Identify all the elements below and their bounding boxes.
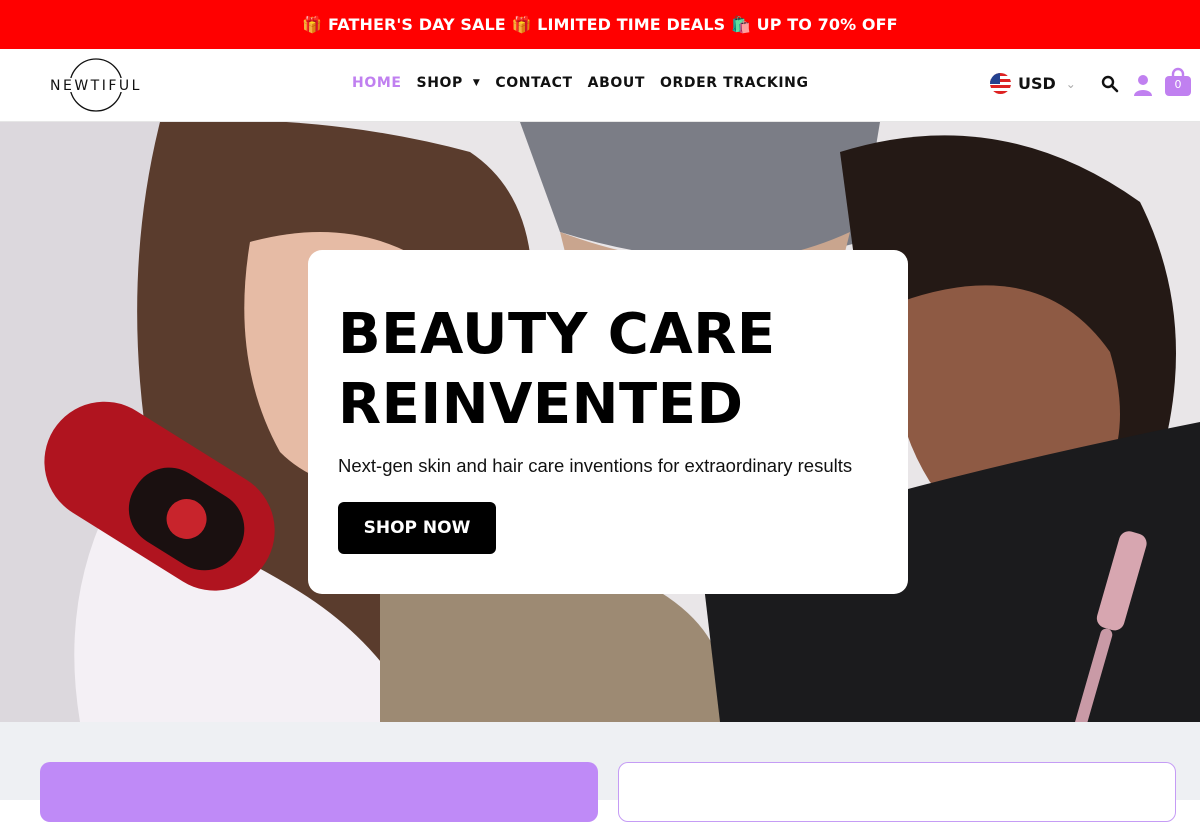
search-icon [1101,75,1119,93]
cart-button[interactable]: 0 [1164,67,1192,97]
featured-section [0,722,1200,822]
nav-shop[interactable]: SHOP ▼ [417,75,481,91]
promo-bar: 🎁 FATHER'S DAY SALE 🎁 LIMITED TIME DEALS… [0,0,1200,49]
feature-tile-right[interactable] [618,762,1176,822]
nav-home[interactable]: HOME [352,75,402,91]
brand-logo[interactable]: NEWTIFUL [26,56,166,114]
logo-wordmark: NEWTIFUL [50,78,142,94]
chevron-down-icon: ⌄ [1065,76,1076,91]
currency-code: USD [1018,74,1056,93]
nav-about[interactable]: ABOUT [588,75,645,91]
nav-contact[interactable]: CONTACT [495,75,572,91]
currency-selector[interactable]: USD ⌄ [990,73,1076,94]
account-button[interactable] [1133,74,1153,96]
chevron-down-icon: ▼ [472,78,481,88]
hero-title: BEAUTY CARE REINVENTED [338,302,776,437]
site-header: NEWTIFUL HOME SHOP ▼ CONTACT ABOUT ORDER… [0,49,1200,122]
user-icon [1134,75,1152,96]
main-nav: HOME SHOP ▼ CONTACT ABOUT ORDER TRACKING [352,75,824,91]
shop-now-button[interactable]: SHOP NOW [338,502,496,554]
cart-count-badge: 0 [1174,78,1182,91]
nav-order-tracking[interactable]: ORDER TRACKING [660,75,809,91]
feature-tile-left[interactable] [40,762,598,822]
nav-shop-label: SHOP [416,75,463,91]
hero-banner: BEAUTY CARE REINVENTED Next-gen skin and… [0,122,1200,722]
hero-subtitle: Next-gen skin and hair care inventions f… [338,455,853,476]
promo-text: 🎁 FATHER'S DAY SALE 🎁 LIMITED TIME DEALS… [302,15,898,34]
search-button[interactable] [1101,75,1119,93]
hero-card: BEAUTY CARE REINVENTED Next-gen skin and… [308,250,908,594]
us-flag-icon [990,73,1011,94]
